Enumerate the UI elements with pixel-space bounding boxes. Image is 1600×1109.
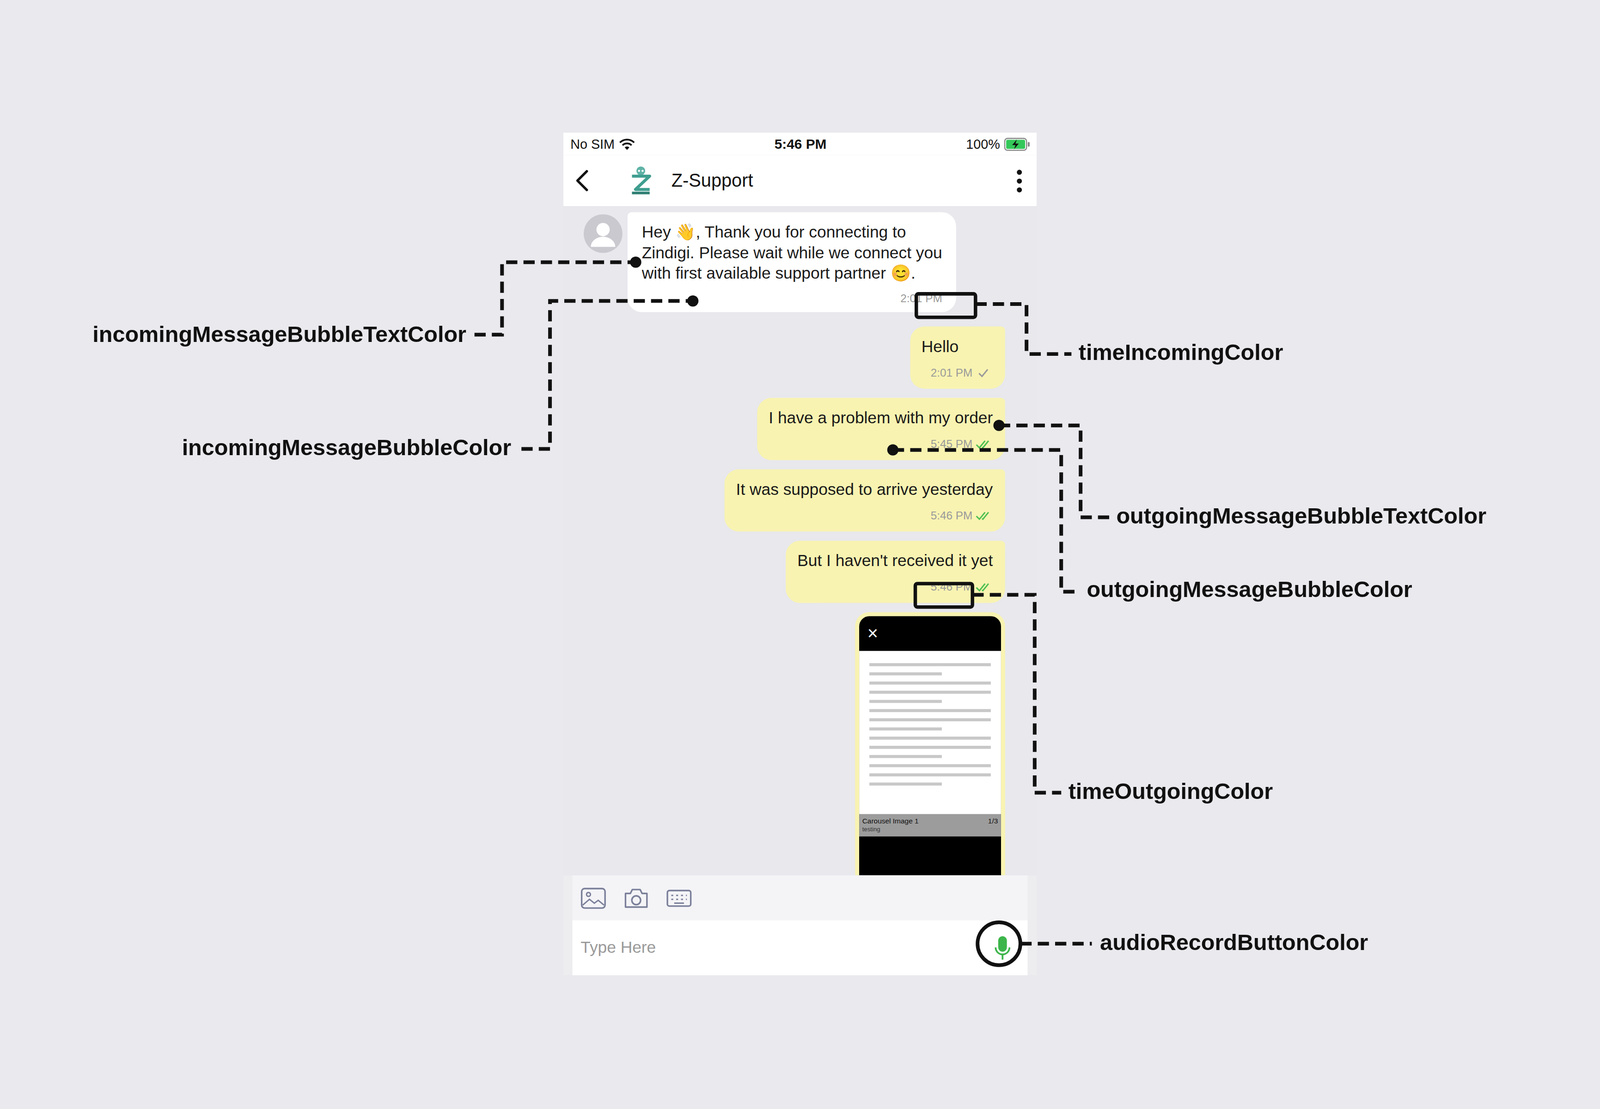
back-arrow-icon[interactable] [575, 169, 589, 193]
gallery-icon[interactable] [580, 887, 606, 909]
battery-icon [1004, 137, 1031, 151]
message-text: with first available support partner 😊. [641, 263, 943, 284]
double-check-icon [975, 580, 994, 593]
callout-label: timeIncomingColor [1078, 338, 1284, 368]
outgoing-bubble: I have a problem with my order 5:45 PM [757, 397, 1006, 461]
incoming-message: Hey 👋, Thank you for connecting toZindig… [583, 212, 1006, 312]
message-time: 2:01 PM [930, 366, 973, 379]
annotated-screenshot: No SIM 5:46 PM 100% Z-Support Hey 👋, Tha… [0, 0, 1600, 1109]
callout-label: outgoingMessageBubbleTextColor [1116, 501, 1487, 531]
user-avatar-icon [583, 214, 623, 254]
camera-icon[interactable] [623, 887, 649, 909]
message-list: Hey 👋, Thank you for connecting toZindig… [563, 206, 1037, 876]
battery-percent: 100% [965, 136, 1000, 152]
clock: 5:46 PM [774, 136, 827, 152]
message-time: 5:46 PM [930, 509, 973, 522]
callout-label: incomingMessageBubbleTextColor [92, 320, 467, 349]
check-icon [975, 366, 994, 379]
message-input[interactable]: Type Here [580, 938, 656, 958]
chat-title: Z-Support [671, 170, 1017, 192]
caption: Carousel Image 1 [862, 816, 919, 826]
subcaption: testing [862, 825, 999, 834]
message-text: It was supposed to arrive yesterday [736, 478, 994, 502]
document-image [859, 651, 1002, 815]
double-check-icon [975, 509, 994, 521]
incoming-bubble: Hey 👋, Thank you for connecting toZindig… [627, 212, 957, 312]
outgoing-bubble: Hello 2:01 PM [909, 326, 1005, 390]
carousel-caption: Carousel Image 1 1/3 testing [859, 814, 1002, 837]
message-text: Zindigi. Please wait while we connect yo… [641, 242, 943, 263]
robot-avatar-icon [627, 164, 654, 197]
chat-header: Z-Support [563, 155, 1037, 207]
message-text: Hey 👋, Thank you for connecting to [641, 222, 943, 243]
outgoing-bubble: But I haven't received it yet 5:46 PM [786, 540, 1006, 604]
callout-label: timeOutgoingColor [1068, 777, 1274, 807]
message-time: 5:46 PM [930, 580, 973, 593]
carrier: No SIM [570, 136, 615, 152]
message-text: But I haven't received it yet [797, 549, 993, 573]
phone-screen: No SIM 5:46 PM 100% Z-Support Hey 👋, Tha… [563, 132, 1037, 976]
image-message[interactable]: × Carousel Image 1 1/3 testing [854, 612, 1006, 876]
callout-label: audioRecordButtonColor [1099, 928, 1368, 958]
more-menu-icon[interactable] [1016, 168, 1023, 193]
wifi-icon [618, 137, 637, 151]
keyboard-icon[interactable] [666, 887, 692, 909]
composer: Type Here [563, 875, 1037, 976]
attachment-toolbar [572, 875, 1028, 921]
microphone-icon[interactable] [993, 934, 1012, 962]
message-time: 5:45 PM [930, 437, 973, 450]
double-check-icon [975, 438, 994, 450]
carousel-counter: 1/3 [988, 816, 998, 826]
callout-label: incomingMessageBubbleColor [182, 433, 512, 463]
close-button[interactable]: × [867, 623, 879, 644]
message-text: I have a problem with my order [768, 407, 993, 430]
callout-label: outgoingMessageBubbleColor [1086, 575, 1412, 605]
message-time: 2:01 PM [900, 291, 942, 304]
status-bar: No SIM 5:46 PM 100% [563, 132, 1037, 156]
message-text: Hello [921, 335, 994, 359]
outgoing-bubble: It was supposed to arrive yesterday 5:46… [724, 469, 1005, 532]
